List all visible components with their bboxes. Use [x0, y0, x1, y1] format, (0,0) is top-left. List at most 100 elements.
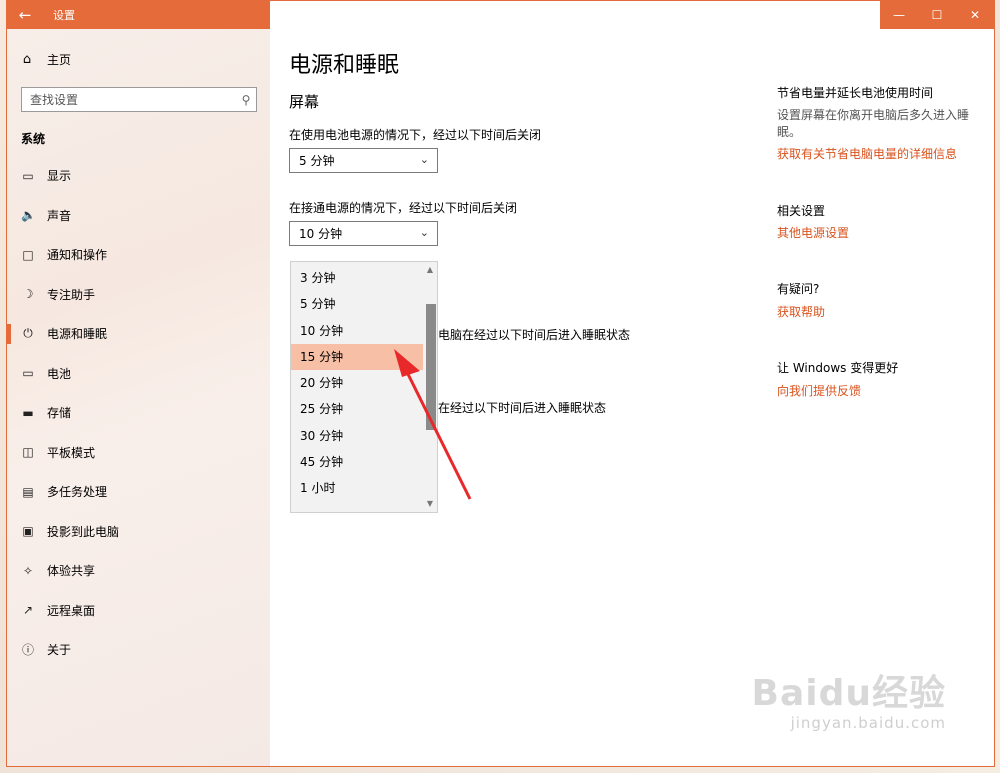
maximize-icon: ☐: [931, 8, 943, 22]
sidebar-item-label: 远程桌面: [47, 603, 96, 618]
minimize-button[interactable]: —: [880, 1, 918, 29]
page-title: 电源和睡眠: [289, 53, 400, 78]
sidebar-item-sound[interactable]: 🔈 声音: [7, 196, 270, 236]
chevron-down-icon[interactable]: ▼: [423, 497, 437, 511]
sidebar-nav: ▭ 显示 🔈 声音 □ 通知和操作 ☽ 专注助手 ⏻ 电源和睡眠 ▭ 电池 ▬ …: [7, 156, 270, 670]
close-button[interactable]: ✕: [956, 1, 994, 29]
question-heading: 有疑问?: [777, 282, 820, 296]
battery-screen-select[interactable]: 5 分钟 ⌄: [289, 148, 438, 173]
watermark-url: jingyan.baidu.com: [790, 714, 946, 732]
chevron-down-icon: ⌄: [419, 226, 429, 239]
title-bar: ← 设置 — ☐ ✕: [7, 1, 994, 29]
plugged-screen-select[interactable]: 10 分钟 ⌄: [289, 221, 438, 246]
dropdown-option[interactable]: 30 分钟: [291, 423, 424, 449]
speaker-icon: 🔈: [21, 208, 36, 223]
title-bar-left: ← 设置: [7, 1, 270, 29]
sidebar-item-power-sleep[interactable]: ⏻ 电源和睡眠: [7, 314, 270, 354]
maximize-button[interactable]: ☐: [918, 1, 956, 29]
sidebar-item-label: 声音: [47, 208, 72, 223]
chevron-up-icon[interactable]: ▲: [423, 263, 437, 277]
share-icon: ✧: [22, 563, 34, 578]
project-icon: ▣: [22, 524, 34, 539]
sidebar-item-home[interactable]: ⌂ 主页: [19, 51, 71, 68]
sidebar-item-label: 显示: [47, 169, 72, 184]
sidebar-item-label: 投影到此电脑: [47, 524, 120, 539]
search-box: ⚲: [21, 87, 257, 112]
battery-icon: ▭: [22, 366, 34, 381]
power-icon: ⏻: [23, 326, 33, 341]
minimize-icon: —: [893, 8, 905, 22]
sidebar-item-label: 主页: [47, 53, 72, 67]
back-button[interactable]: ←: [7, 1, 43, 29]
close-icon: ✕: [969, 8, 981, 22]
sidebar-item-multitasking[interactable]: ▤ 多任务处理: [7, 472, 270, 512]
dropdown-option[interactable]: 5 分钟: [291, 291, 424, 317]
window-controls: — ☐ ✕: [880, 1, 994, 29]
moon-icon: ☽: [22, 287, 34, 302]
sidebar-item-about[interactable]: ⓘ 关于: [7, 630, 270, 670]
remote-icon: ↗: [22, 603, 34, 618]
home-icon: ⌂: [22, 52, 32, 67]
select-value: 5 分钟: [299, 154, 335, 168]
sidebar-item-display[interactable]: ▭ 显示: [7, 156, 270, 196]
sidebar-item-label: 平板模式: [47, 445, 96, 460]
dropdown-option[interactable]: 1 小时: [291, 475, 424, 501]
monitor-icon: ▭: [22, 168, 34, 183]
chevron-down-icon: ⌄: [419, 153, 429, 166]
dropdown-option[interactable]: 45 分钟: [291, 449, 424, 475]
sleep-plugged-label: 在经过以下时间后进入睡眠状态: [438, 401, 607, 415]
sidebar-item-focus-assist[interactable]: ☽ 专注助手: [7, 275, 270, 315]
baidu-watermark: Baidu经验 jingyan.baidu.com: [752, 664, 946, 732]
storage-icon: ▬: [22, 405, 34, 420]
save-power-heading: 节省电量并延长电池使用时间: [777, 86, 934, 100]
title-bar-drag-area[interactable]: [270, 1, 880, 29]
sidebar-item-label: 电池: [47, 366, 72, 381]
watermark-logo: Baidu经验: [751, 673, 946, 714]
sidebar-item-battery[interactable]: ▭ 电池: [7, 354, 270, 394]
sidebar-item-label: 电源和睡眠: [47, 327, 108, 342]
improve-windows-heading: 让 Windows 变得更好: [777, 361, 899, 375]
sidebar-item-project[interactable]: ▣ 投影到此电脑: [7, 512, 270, 552]
dropdown-option-selected[interactable]: 15 分钟: [291, 343, 424, 371]
dropdown-option[interactable]: 25 分钟: [291, 396, 424, 422]
scrollbar-thumb[interactable]: [426, 304, 436, 430]
sidebar-item-label: 专注助手: [47, 287, 96, 302]
sidebar-item-label: 通知和操作: [47, 248, 108, 263]
multitask-icon: ▤: [22, 484, 34, 499]
related-settings-heading: 相关设置: [777, 204, 826, 218]
arrow-left-icon: ←: [18, 6, 32, 24]
section-label: 系统: [21, 132, 46, 146]
main-content: 电源和睡眠 屏幕 在使用电池电源的情况下，经过以下时间后关闭 5 分钟 ⌄ 在接…: [270, 29, 994, 766]
give-feedback-link[interactable]: 向我们提供反馈: [777, 382, 861, 399]
sidebar-item-label: 多任务处理: [47, 485, 108, 500]
sidebar-item-label: 体验共享: [47, 564, 96, 579]
timeout-dropdown-list: 3 分钟 5 分钟 10 分钟 15 分钟 20 分钟 25 分钟 30 分钟 …: [290, 261, 438, 513]
notification-icon: □: [22, 247, 34, 262]
tablet-icon: ◫: [22, 445, 34, 460]
sidebar-item-storage[interactable]: ▬ 存储: [7, 393, 270, 433]
search-input[interactable]: [30, 92, 236, 107]
search-icon[interactable]: ⚲: [236, 93, 256, 107]
battery-screen-label: 在使用电池电源的情况下，经过以下时间后关闭: [289, 128, 542, 142]
save-power-link[interactable]: 获取有关节省电脑电量的详细信息: [777, 145, 957, 162]
select-value: 10 分钟: [299, 227, 343, 241]
sidebar-item-tablet-mode[interactable]: ◫ 平板模式: [7, 433, 270, 473]
dropdown-option[interactable]: 20 分钟: [291, 370, 424, 396]
additional-power-settings-link[interactable]: 其他电源设置: [777, 224, 849, 241]
dropdown-option[interactable]: 10 分钟: [291, 318, 424, 344]
plugged-screen-label: 在接通电源的情况下，经过以下时间后关闭: [289, 201, 518, 215]
app-title: 设置: [53, 9, 75, 22]
screen-section-title: 屏幕: [289, 93, 320, 111]
sidebar-item-shared-experiences[interactable]: ✧ 体验共享: [7, 551, 270, 591]
sleep-battery-label: 电脑在经过以下时间后进入睡眠状态: [438, 328, 631, 342]
sidebar-item-label: 存储: [47, 406, 72, 421]
sidebar-item-label: 关于: [47, 643, 72, 658]
dropdown-scrollbar[interactable]: ▲ ▼: [423, 262, 437, 512]
sidebar-item-notifications[interactable]: □ 通知和操作: [7, 235, 270, 275]
get-help-link[interactable]: 获取帮助: [777, 303, 825, 320]
settings-window: ← 设置 — ☐ ✕ ⌂ 主页 ⚲ 系统 ▭ 显示 🔈 声音: [6, 0, 995, 767]
sidebar-item-remote-desktop[interactable]: ↗ 远程桌面: [7, 591, 270, 631]
info-icon: ⓘ: [21, 643, 34, 658]
dropdown-option[interactable]: 3 分钟: [291, 265, 424, 291]
dropdown-options: 3 分钟 5 分钟 10 分钟 15 分钟 20 分钟 25 分钟 30 分钟 …: [291, 265, 424, 502]
